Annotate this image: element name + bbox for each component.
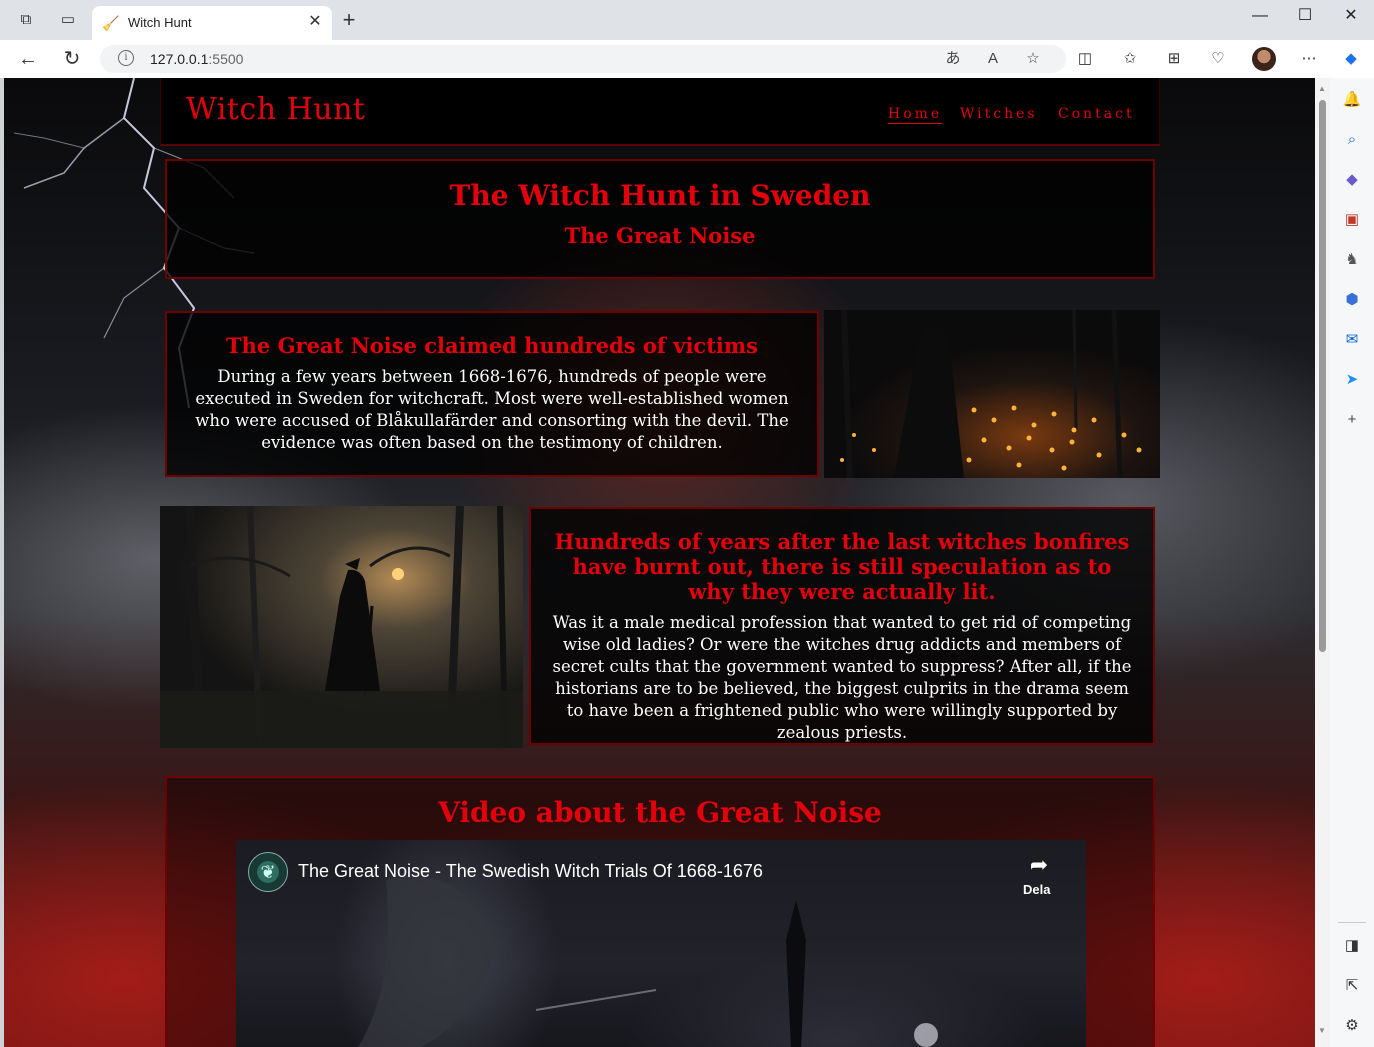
witch-forest-image xyxy=(160,506,523,748)
settings-gear-icon[interactable]: ⚙ xyxy=(1342,1016,1362,1036)
card-victims-text: During a few years between 1668-1676, hu… xyxy=(195,367,789,452)
article-card-victims: The Great Noise claimed hundreds of vict… xyxy=(165,311,819,477)
new-tab-icon[interactable]: + xyxy=(338,9,360,32)
profile-avatar[interactable] xyxy=(1252,47,1276,71)
tab-actions-icon[interactable]: ▭ xyxy=(58,10,78,30)
favorites-icon[interactable]: ✩ xyxy=(1119,49,1141,69)
browser-tab[interactable]: 🧹 Witch Hunt ✕ xyxy=(92,6,332,40)
page-viewport: Witch Hunt Home Witches Contact The Witc… xyxy=(4,78,1315,1047)
nav-witches[interactable]: Witches xyxy=(960,106,1038,122)
shopping-tag-icon[interactable]: ◆ xyxy=(1342,170,1362,190)
page-scrollbar[interactable]: ▲ ▼ xyxy=(1315,78,1330,1047)
send-icon[interactable]: ➤ xyxy=(1342,370,1362,390)
games-icon[interactable]: ♞ xyxy=(1342,250,1362,270)
address-bar: ← ↻ i 127.0.0.1:5500 あ A ☆ ◫ ✩ ⊞ ♡ ⋯ ◆ xyxy=(0,40,1374,78)
scroll-up-icon[interactable]: ▲ xyxy=(1318,84,1326,93)
edge-sidebar: 🔔 ⌕ ◆ ▣ ♞ ⬢ ✉ ➤ + ◨ ⇱ ⚙ xyxy=(1330,78,1374,1047)
minimize-icon[interactable]: — xyxy=(1246,6,1274,26)
outlook-icon[interactable]: ✉ xyxy=(1342,330,1362,350)
hero-title: The Witch Hunt in Sweden xyxy=(449,179,871,212)
sidebar-toggle-icon[interactable]: ◨ xyxy=(1342,936,1362,956)
browser-tab-bar: ⧉ ▭ 🧹 Witch Hunt ✕ + — ☐ ✕ xyxy=(0,0,1374,40)
maximize-icon[interactable]: ☐ xyxy=(1291,6,1319,26)
hooded-figure-candles-image xyxy=(824,310,1160,478)
hero-subtitle: The Great Noise xyxy=(564,223,756,248)
notifications-icon[interactable]: 🔔 xyxy=(1342,90,1362,110)
video-title[interactable]: The Great Noise - The Swedish Witch Tria… xyxy=(298,861,763,882)
tools-icon[interactable]: ▣ xyxy=(1342,210,1362,230)
refresh-icon[interactable]: ↻ xyxy=(60,48,84,70)
open-external-icon[interactable]: ⇱ xyxy=(1342,976,1362,996)
share-label[interactable]: Dela xyxy=(1023,882,1050,897)
translate-icon[interactable]: あ xyxy=(942,49,964,69)
tab-title: Witch Hunt xyxy=(128,15,192,30)
url-field[interactable]: i 127.0.0.1:5500 あ A ☆ xyxy=(100,45,1066,73)
search-icon[interactable]: ⌕ xyxy=(1342,130,1362,150)
witch-favicon-icon: 🧹 xyxy=(102,15,120,31)
nav-contact[interactable]: Contact xyxy=(1058,106,1135,122)
site-logo[interactable]: Witch Hunt xyxy=(186,92,365,127)
card-speculation-title: Hundreds of years after the last witches… xyxy=(554,529,1130,604)
split-screen-icon[interactable]: ◫ xyxy=(1074,49,1096,69)
favorite-star-icon[interactable]: ☆ xyxy=(1022,49,1044,69)
close-tab-icon[interactable]: ✕ xyxy=(306,13,324,31)
nav-home[interactable]: Home xyxy=(888,106,942,122)
browser-essentials-icon[interactable]: ♡ xyxy=(1207,49,1229,69)
site-header: Witch Hunt Home Witches Contact xyxy=(160,78,1160,146)
hero-section: The Witch Hunt in Sweden The Great Noise xyxy=(165,159,1155,279)
sidebar-divider xyxy=(1338,922,1366,923)
read-aloud-icon[interactable]: A xyxy=(982,49,1004,69)
video-heading: Video about the Great Noise xyxy=(438,796,882,829)
collections-icon[interactable]: ⊞ xyxy=(1163,49,1185,69)
scroll-down-icon[interactable]: ▼ xyxy=(1318,1026,1326,1035)
workspaces-icon[interactable]: ⧉ xyxy=(16,10,36,30)
more-icon[interactable]: ⋯ xyxy=(1298,49,1320,69)
share-icon[interactable]: ➦ xyxy=(1026,852,1052,878)
embedded-video-player[interactable]: ❦ The Great Noise - The Swedish Witch Tr… xyxy=(236,840,1086,1047)
info-icon[interactable]: i xyxy=(118,50,134,66)
article-card-speculation: Hundreds of years after the last witches… xyxy=(529,507,1155,745)
card-speculation-text: Was it a male medical profession that wa… xyxy=(552,613,1132,742)
back-icon[interactable]: ← xyxy=(16,48,40,70)
card-victims-title: The Great Noise claimed hundreds of vict… xyxy=(226,333,758,358)
url-text[interactable]: 127.0.0.1:5500 xyxy=(150,51,243,67)
microsoft365-icon[interactable]: ⬢ xyxy=(1342,290,1362,310)
copilot-icon[interactable]: ◆ xyxy=(1340,49,1362,69)
channel-avatar[interactable]: ❦ xyxy=(248,852,288,892)
scroll-thumb[interactable] xyxy=(1319,100,1326,652)
add-icon[interactable]: + xyxy=(1342,410,1362,430)
close-window-icon[interactable]: ✕ xyxy=(1337,6,1365,26)
